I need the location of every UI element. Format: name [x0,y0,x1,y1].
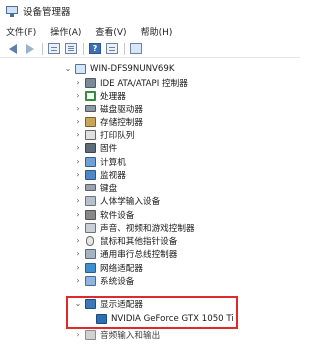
storage-controller-icon [85,116,96,127]
tree-item-label: 处理器 [100,91,126,102]
keyboard-icon [85,184,96,191]
network-adapter-icon [85,262,96,273]
chevron-right-icon[interactable]: › [74,141,82,154]
tree-root[interactable]: ⌄ WIN-DFS9NUNV69K [64,62,175,75]
tree-item-monitor[interactable]: › 监视器 [74,168,126,181]
tree-item-label: 通用串行总线控制器 [100,249,178,260]
tree-item-label: 软件设备 [100,210,135,221]
tree-item-hid[interactable]: › 人体学输入设备 [74,194,160,207]
tree-item-print-queue[interactable]: › 打印队列 [74,128,134,141]
tree-item-audio-io[interactable]: › 音频输入和输出 [74,328,160,341]
tree-item-disk[interactable]: › 磁盘驱动器 [74,102,143,115]
tree-item-label: 磁盘驱动器 [100,104,143,115]
computer-icon [85,156,96,167]
tree-item-usb[interactable]: › 通用串行总线控制器 [74,247,177,260]
chevron-right-icon[interactable]: › [74,221,82,234]
tree-item-storage[interactable]: › 存储控制器 [74,115,143,128]
tree-item-label: 存储控制器 [100,117,143,128]
chevron-right-icon[interactable]: › [74,168,82,181]
software-device-icon [85,209,96,220]
help-icon[interactable]: ? [88,42,102,56]
hid-icon [85,195,96,206]
tree-item-label: 声音、视频和游戏控制器 [100,223,195,234]
toolbar: ? [0,40,300,58]
chevron-right-icon[interactable]: › [74,76,82,89]
chevron-right-icon[interactable]: › [74,128,82,141]
tree-item-label: 键盘 [100,183,118,194]
menu-view[interactable]: 查看(V) [95,25,126,38]
disk-drive-icon [85,105,96,112]
chevron-right-icon[interactable]: › [74,247,82,260]
window-title: 设备管理器 [23,7,71,18]
tree-item-label: IDE ATA/ATAPI 控制器 [100,78,188,89]
tree-item-mouse[interactable]: › 鼠标和其他指针设备 [74,234,177,247]
menu-bar: 文件(F) 操作(A) 查看(V) 帮助(H) [0,23,300,39]
toolbar-divider [83,42,84,55]
toolbar-divider [42,42,43,55]
chevron-right-icon[interactable]: › [74,261,82,274]
tree-item-processor[interactable]: › 处理器 [74,89,126,102]
tree-item-label: 鼠标和其他指针设备 [100,236,178,247]
tree-item-label: 音频输入和输出 [100,330,161,341]
chevron-down-icon[interactable]: ⌄ [64,62,72,75]
computer-icon [75,63,86,74]
title-bar: 设备管理器 [0,0,300,22]
properties-icon[interactable] [47,42,61,56]
tree-item-label: 人体学输入设备 [100,196,161,207]
tree-item-label: 系统设备 [100,276,135,287]
toolbar-divider [124,42,125,55]
tree-item-sound[interactable]: › 声音、视频和游戏控制器 [74,221,195,234]
processor-icon [85,90,96,101]
tree-item-label: 监视器 [100,170,126,181]
chevron-right-icon[interactable]: › [74,155,82,168]
tree-item-network[interactable]: › 网络适配器 [74,261,143,274]
monitor-icon[interactable] [129,42,143,56]
highlight-box [66,296,238,329]
firmware-icon [85,142,96,153]
tree-item-label: 网络适配器 [100,263,143,274]
menu-help[interactable]: 帮助(H) [141,25,173,38]
tree-item-label: 打印队列 [100,130,135,141]
chevron-right-icon[interactable]: › [74,181,82,194]
chevron-right-icon[interactable]: › [74,89,82,102]
tree-item-system[interactable]: › 系统设备 [74,274,134,287]
list-icon[interactable] [64,42,78,56]
tree-root-label: WIN-DFS9NUNV69K [90,63,175,74]
tree-item-computer[interactable]: › 计算机 [74,155,126,168]
menu-action[interactable]: 操作(A) [50,25,81,38]
tree-item-ide[interactable]: › IDE ATA/ATAPI 控制器 [74,76,188,89]
printer-icon [85,129,96,140]
tree-item-firmware[interactable]: › 固件 [74,141,117,154]
tree-item-software-device[interactable]: › 软件设备 [74,208,134,221]
chevron-right-icon[interactable]: › [74,234,82,247]
chevron-right-icon[interactable]: › [74,328,82,341]
forward-arrow-icon[interactable] [23,42,37,56]
chevron-right-icon[interactable]: › [74,102,82,115]
tree-item-label: 计算机 [100,157,126,168]
chevron-right-icon[interactable]: › [74,115,82,128]
system-device-icon [85,275,96,286]
back-arrow-icon[interactable] [6,42,20,56]
mouse-icon [86,235,94,246]
device-manager-icon [6,5,18,17]
menu-file[interactable]: 文件(F) [6,25,36,38]
chevron-right-icon[interactable]: › [74,194,82,207]
sound-icon [85,222,96,233]
ide-controller-icon [85,77,96,88]
details-icon[interactable] [105,42,119,56]
chevron-right-icon[interactable]: › [74,274,82,287]
monitor-icon [85,169,96,180]
tree-item-label: 固件 [100,143,118,154]
tree-item-keyboard[interactable]: › 键盘 [74,181,117,194]
audio-io-icon [85,329,96,340]
chevron-right-icon[interactable]: › [74,208,82,221]
usb-icon [85,248,96,259]
